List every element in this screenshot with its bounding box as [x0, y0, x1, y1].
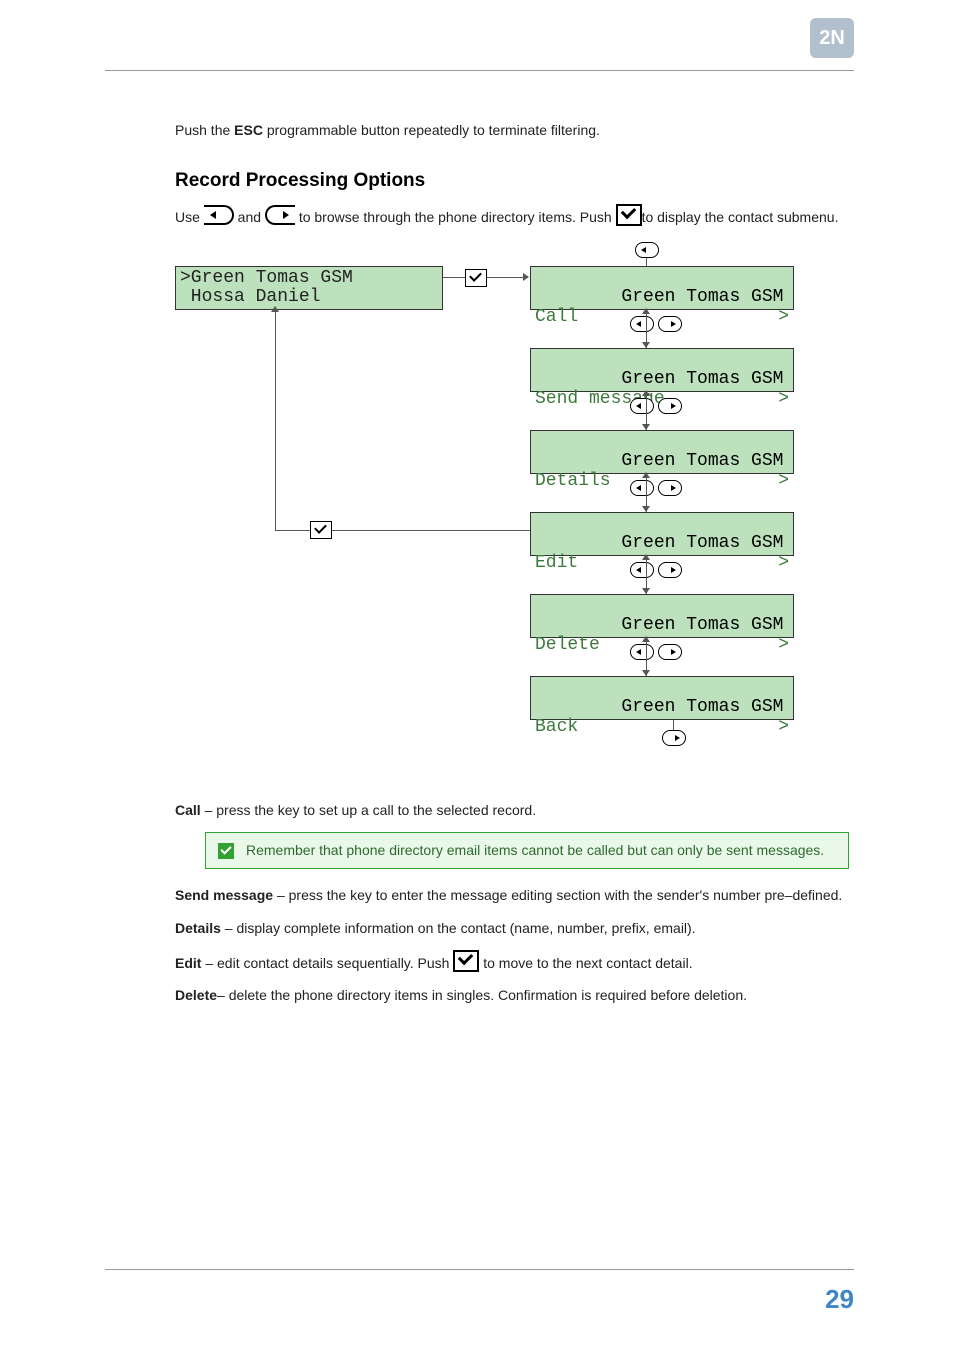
left-key-icon: [630, 644, 654, 660]
lcd-title: Green Tomas GSM: [621, 533, 783, 553]
lcd-action: Back: [535, 718, 765, 738]
right-key-icon: [658, 562, 682, 578]
left-key-icon: [630, 562, 654, 578]
t: programmable button repeatedly to termin…: [263, 122, 600, 138]
lcd-send[interactable]: Green Tomas GSM Send message>: [530, 348, 794, 392]
brand-logo: 2N: [810, 18, 854, 63]
arrowhead-icon: [523, 273, 529, 281]
left-key-icon: [630, 316, 654, 332]
chevron-right-icon: >: [778, 636, 789, 656]
chevron-right-icon: >: [778, 718, 789, 738]
lcd-title: Green Tomas GSM: [621, 615, 783, 635]
left-key-icon: [635, 242, 659, 258]
t: to move to the next contact detail.: [479, 955, 692, 971]
chevron-right-icon: >: [778, 390, 789, 410]
t: Use: [175, 209, 204, 225]
footer-rule: [105, 1269, 854, 1270]
t: – delete the phone directory items in si…: [217, 987, 747, 1003]
lcd-title: Green Tomas GSM: [621, 451, 783, 471]
lcd-call[interactable]: Green Tomas GSM Call>: [530, 266, 794, 310]
t: – edit contact details sequentially. Pus…: [201, 955, 453, 971]
lcd-delete[interactable]: Green Tomas GSM Delete>: [530, 594, 794, 638]
lcd-title: Green Tomas GSM: [621, 287, 783, 307]
t: – press the key to enter the message edi…: [273, 887, 842, 903]
chevron-right-icon: >: [778, 472, 789, 492]
use-text: Use and to browse through the phone dire…: [175, 204, 849, 227]
lcd-back[interactable]: Green Tomas GSM Back>: [530, 676, 794, 720]
delete-definition: Delete– delete the phone directory items…: [175, 985, 849, 1005]
left-key-icon: [630, 398, 654, 414]
header-rule: [105, 70, 854, 71]
chevron-right-icon: >: [778, 554, 789, 574]
lcd-left-l1: >Green Tomas GSM: [180, 268, 353, 288]
call-definition: Call – press the key to set up a call to…: [175, 800, 849, 820]
lcd-details[interactable]: Green Tomas GSM Details>: [530, 430, 794, 474]
left-key-icon: [204, 205, 234, 225]
right-key-icon: [662, 730, 686, 746]
right-key-icon: [265, 205, 295, 225]
details-definition: Details – display complete information o…: [175, 918, 849, 938]
menu-flow-diagram: >Green Tomas GSM Hossa Daniel Green Toma…: [175, 240, 845, 770]
arrowhead-icon: [271, 306, 279, 312]
check-key-icon: [310, 521, 332, 539]
right-key-icon: [658, 480, 682, 496]
lcd-left-l2: Hossa Daniel: [180, 287, 320, 307]
note-box: Remember that phone directory email item…: [205, 832, 849, 870]
arrowhead-icon: [642, 308, 650, 314]
esc-label: ESC: [234, 122, 263, 138]
right-key-icon: [658, 316, 682, 332]
t: Delete: [175, 987, 217, 1003]
flow-line: [646, 258, 647, 266]
right-key-icon: [658, 398, 682, 414]
edit-definition: Edit – edit contact details sequentially…: [175, 950, 849, 973]
left-key-icon: [630, 480, 654, 496]
t: Details: [175, 920, 221, 936]
right-key-icon: [658, 644, 682, 660]
section-heading: Record Processing Options: [175, 170, 849, 192]
check-key-icon: [465, 269, 487, 287]
t: – press the key to set up a call to the …: [201, 802, 536, 818]
arrowhead-icon: [642, 636, 650, 642]
arrowhead-icon: [642, 554, 650, 560]
t: – display complete information on the co…: [221, 920, 696, 936]
t: Call: [175, 802, 201, 818]
arrowhead-icon: [642, 472, 650, 478]
lcd-left: >Green Tomas GSM Hossa Daniel: [175, 266, 443, 310]
t: to display the contact submenu.: [642, 209, 839, 225]
note-text: Remember that phone directory email item…: [246, 842, 824, 858]
checkmark-icon: [218, 843, 234, 859]
send-definition: Send message – press the key to enter th…: [175, 885, 849, 905]
lcd-title: Green Tomas GSM: [621, 697, 783, 717]
t: Push the: [175, 122, 234, 138]
chevron-right-icon: >: [778, 308, 789, 328]
lcd-title: Green Tomas GSM: [621, 369, 783, 389]
t: to browse through the phone directory it…: [295, 209, 616, 225]
page-number: 29: [825, 1284, 854, 1315]
intro-text: Push the ESC programmable button repeate…: [175, 120, 849, 140]
flow-line: [275, 310, 276, 530]
check-key-icon: [616, 204, 642, 226]
lcd-edit[interactable]: Green Tomas GSM Edit>: [530, 512, 794, 556]
arrowhead-icon: [642, 390, 650, 396]
check-key-icon: [453, 950, 479, 972]
t: and: [234, 209, 265, 225]
t: Send message: [175, 887, 273, 903]
t: Edit: [175, 955, 201, 971]
svg-text:2N: 2N: [819, 27, 845, 49]
